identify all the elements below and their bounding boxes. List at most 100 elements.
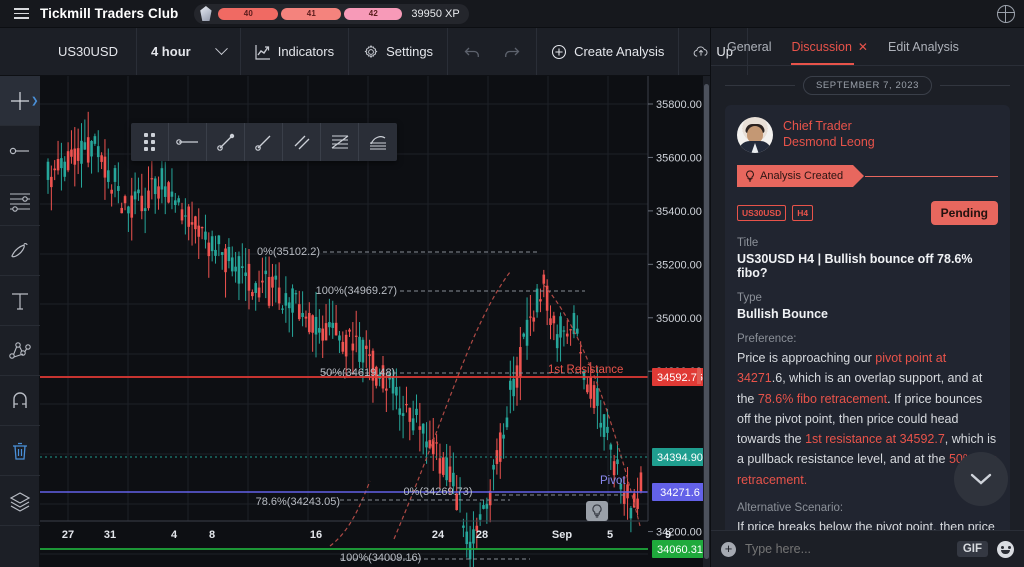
layers-tool[interactable]: [0, 476, 40, 526]
price-tag: 34271.6: [652, 483, 708, 501]
chart-toolbar: US30USD 4 hour Indicators Settings Creat…: [0, 28, 749, 76]
chevron-right-icon[interactable]: ❯: [31, 95, 39, 106]
trend-line-tool[interactable]: [0, 126, 40, 176]
price-tag: 34060.31: [652, 540, 708, 558]
settings-button[interactable]: Settings: [349, 28, 449, 75]
price-chart[interactable]: 0%(35102.2) 100%(34969.27) 50%(34619.48)…: [40, 76, 710, 567]
settings-label: Settings: [386, 44, 434, 59]
delete-tool[interactable]: [0, 426, 40, 476]
y-axis-tick: 34200.00: [656, 527, 702, 539]
chart-scrollbar[interactable]: [703, 76, 710, 567]
author-role: Chief Trader: [783, 119, 852, 134]
fib-levels-icon: [331, 135, 348, 149]
trend-line-tool[interactable]: [207, 123, 245, 161]
tab-discussion[interactable]: Discussion ✕: [791, 28, 868, 65]
type-label: Type: [737, 292, 762, 304]
x-axis-tick: 31: [104, 529, 116, 541]
cloud-upload-icon: [694, 45, 708, 57]
x-axis-tick: 27: [62, 529, 74, 541]
chart-lightbulb-badge[interactable]: [586, 501, 608, 521]
event-label: Analysis Created: [760, 170, 844, 182]
symbol-label: US30USD: [58, 44, 118, 59]
fib-retracement-tool[interactable]: [321, 123, 359, 161]
text-t-icon: [11, 292, 28, 310]
line-with-dot-icon: [9, 147, 29, 154]
title-value: US30USD H4 | Bullish bounce off 78.6% fi…: [737, 252, 973, 280]
trading-app: Tickmill Traders Club 40 41 42 39950 XP …: [0, 0, 1024, 567]
x-axis-tick: 28: [476, 529, 488, 541]
x-axis-tick: 4: [171, 529, 178, 541]
discussion-panel: General Discussion ✕ Edit Analysis SEPTE…: [710, 28, 1024, 567]
post-tags: US30USD H4 Pending: [737, 201, 998, 225]
smiley-icon[interactable]: [997, 540, 1014, 558]
timeframe-selector[interactable]: 4 hour: [137, 28, 241, 75]
parallel-channel-tool[interactable]: [283, 123, 321, 161]
brush-tool[interactable]: [0, 226, 40, 276]
text-tool[interactable]: [0, 276, 40, 326]
line-chart-icon: [255, 44, 270, 60]
date-separator: SEPTEMBER 7, 2023: [725, 76, 1011, 95]
pitchfork-tool[interactable]: [0, 326, 40, 376]
tab-general-label: General: [727, 39, 772, 54]
pivot-label: Pivot: [600, 475, 626, 487]
redo-arrow-icon[interactable]: [503, 45, 520, 59]
avatar: [737, 117, 773, 153]
xp-total: 39950 XP: [411, 7, 460, 20]
tab-general[interactable]: General: [727, 28, 771, 65]
svg-text:34271.6: 34271.6: [660, 487, 700, 499]
layers-icon: [9, 491, 30, 512]
fib-label-0-upper: 0%(35102.2): [257, 246, 320, 258]
magnet-tool[interactable]: [0, 376, 40, 426]
indicators-button[interactable]: Indicators: [241, 28, 350, 75]
preference-label: Preference:: [737, 333, 797, 345]
gem-icon: [198, 6, 213, 21]
arrow-tool[interactable]: [169, 123, 207, 161]
crosshair-icon: [10, 91, 29, 110]
resistance-label: 1st Resistance: [548, 364, 623, 376]
author-name: Desmond Leong: [783, 135, 875, 149]
six-dots-icon: [144, 133, 155, 151]
x-axis-tick: 16: [310, 529, 322, 541]
add-attachment-button[interactable]: +: [721, 541, 736, 557]
app-title: Tickmill Traders Club: [40, 6, 179, 21]
svg-text:34060.31: 34060.31: [657, 544, 703, 556]
xp-level-40: 40: [218, 7, 279, 20]
indicators-label: Indicators: [277, 44, 335, 59]
title-label: Title: [737, 237, 759, 249]
trend-line-icon: [216, 133, 234, 151]
floating-draw-toolbar[interactable]: [131, 123, 397, 161]
fib-extension-tool[interactable]: [359, 123, 397, 161]
create-analysis-button[interactable]: Create Analysis: [537, 28, 680, 75]
tab-edit-analysis[interactable]: Edit Analysis: [888, 28, 959, 65]
symbol-selector[interactable]: US30USD: [40, 28, 137, 75]
x-axis-tick: 9: [665, 529, 671, 541]
alternative-text: If price breaks below the pivot point, t…: [737, 519, 995, 530]
scroll-to-bottom-button[interactable]: [954, 452, 1008, 506]
crosshair-tool[interactable]: ❯: [0, 76, 40, 126]
chevron-down-icon: [214, 42, 228, 56]
alternative-field: Alternative Scenario: If price breaks be…: [737, 502, 998, 530]
timeframe-label: 4 hour: [150, 44, 191, 59]
xp-widget[interactable]: 40 41 42 39950 XP: [194, 3, 469, 24]
ray-tool[interactable]: [245, 123, 283, 161]
y-axis-tick: 35800.00: [656, 99, 702, 111]
discussion-thread[interactable]: SEPTEMBER 7, 2023 Chief Trader Desmond L…: [711, 66, 1024, 530]
timeframe-tag: H4: [792, 205, 814, 221]
drag-handle[interactable]: [131, 123, 169, 161]
top-bar: Tickmill Traders Club 40 41 42 39950 XP: [0, 0, 1024, 28]
hamburger-icon[interactable]: [6, 8, 36, 19]
fib-label-0-lower: 0%(34269.73): [403, 486, 472, 498]
levels-tool[interactable]: [0, 176, 40, 226]
tab-discussion-label: Discussion: [791, 39, 852, 54]
undo-arrow-icon[interactable]: [464, 45, 481, 59]
gif-button[interactable]: GIF: [956, 541, 988, 557]
ray-line-icon: [254, 135, 270, 151]
globe-icon[interactable]: [996, 4, 1015, 23]
xp-level-41: 41: [281, 7, 342, 20]
arrow-left-icon: [175, 139, 198, 145]
title-field: Title US30USD H4 | Bullish bounce off 78…: [737, 237, 998, 280]
post-author: Chief Trader Desmond Leong: [737, 117, 998, 153]
y-axis-tick: 35400.00: [656, 206, 702, 218]
message-input[interactable]: [745, 542, 948, 556]
close-x-icon[interactable]: ✕: [858, 40, 868, 54]
